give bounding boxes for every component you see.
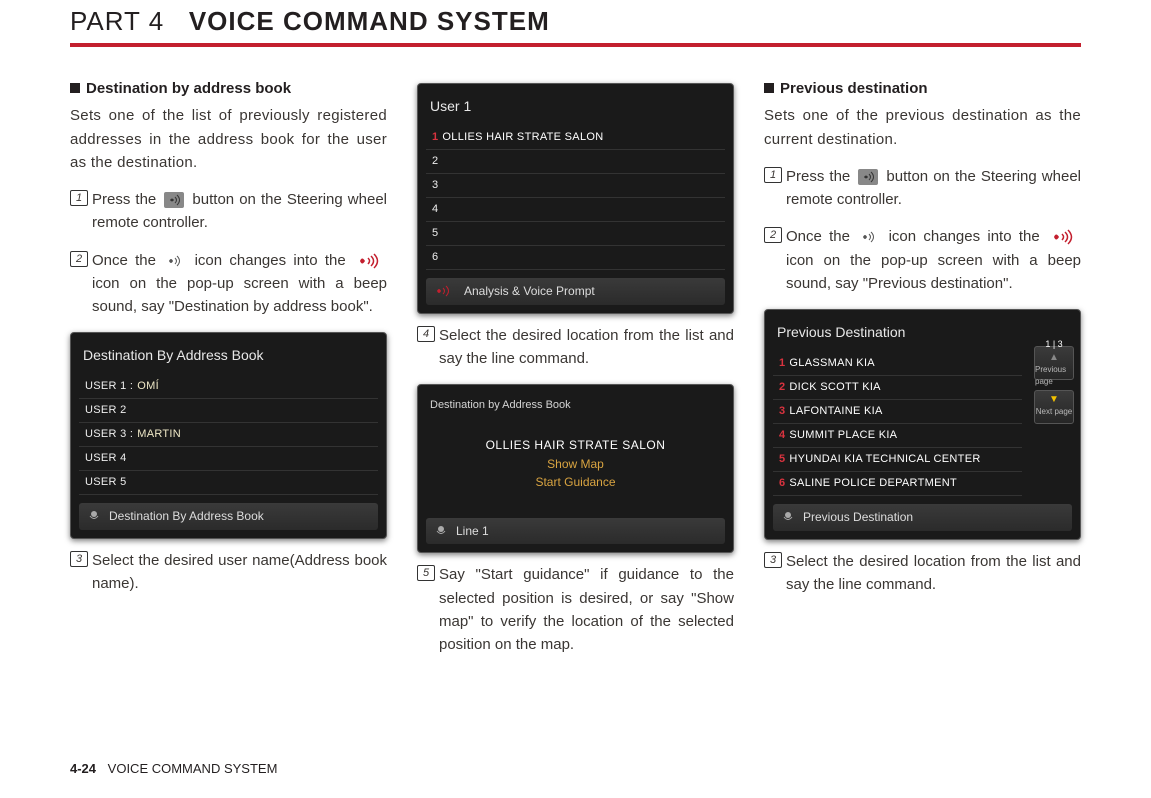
voice-button-icon	[164, 192, 184, 208]
option-show-map[interactable]: Show Map	[426, 455, 725, 474]
voice-red-icon	[356, 252, 384, 270]
step-5: Say "Start guidance" if guidance to the …	[417, 563, 734, 656]
step-1: Press the button on the Steering wheel r…	[764, 165, 1081, 212]
list-item[interactable]: 1OLLIES HAIR STRATE SALON	[426, 126, 725, 150]
step-3: Select the desired user name(Address boo…	[70, 549, 387, 596]
screen-footer-bar: Line 1	[426, 518, 725, 545]
col-3: Previous destination Sets one of the pre…	[764, 77, 1081, 670]
screen-footer-text: Destination By Address Book	[109, 507, 264, 526]
voice-grey-icon	[166, 253, 184, 269]
step2-text-a: Once the	[786, 228, 857, 245]
step-4: Select the desired location from the lis…	[417, 324, 734, 371]
mic-icon	[781, 510, 795, 524]
next-page-button[interactable]: ▼ Next page	[1034, 390, 1074, 424]
page-number: 4-24	[70, 761, 96, 776]
section-title-dest-addressbook: Destination by address book	[70, 77, 387, 100]
step1-text-a: Press the	[92, 191, 161, 208]
screenshot-prev-dest: Previous Destination 1GLASSMAN KIA 2DICK…	[764, 309, 1081, 540]
step-2: Once the icon changes into the icon on t…	[764, 225, 1081, 295]
list-item[interactable]: 1GLASSMAN KIA	[773, 352, 1022, 376]
section-title-text: Destination by address book	[86, 80, 291, 97]
screen-footer-bar: Destination By Address Book	[79, 503, 378, 530]
screen-footer-bar: Previous Destination	[773, 504, 1072, 531]
list-item[interactable]: 4	[426, 198, 725, 222]
list-item[interactable]: 5HYUNDAI KIA TECHNICAL CENTER	[773, 448, 1022, 472]
list-item[interactable]: 3	[426, 174, 725, 198]
step-1: Press the button on the Steering wheel r…	[70, 188, 387, 235]
list-item[interactable]: 6	[426, 246, 725, 270]
chevron-up-icon: ▲	[1049, 353, 1059, 363]
next-page-label: Next page	[1036, 406, 1072, 418]
screenshot-dest-detail: Destination by Address Book OLLIES HAIR …	[417, 384, 734, 553]
list-item[interactable]: 2DICK SCOTT KIA	[773, 376, 1022, 400]
screen-title: User 1	[426, 92, 725, 126]
page-header: PART 4 VOICE COMMAND SYSTEM	[70, 0, 1081, 37]
voice-button-icon	[858, 169, 878, 185]
step-3: Select the desired location from the lis…	[764, 550, 1081, 597]
list-item[interactable]: USER 4	[79, 447, 378, 471]
page-footer: 4-24 VOICE COMMAND SYSTEM	[70, 761, 277, 776]
step2-text-c: icon on the pop-up screen with a beep so…	[786, 252, 1081, 292]
content-columns: Destination by address book Sets one of …	[70, 77, 1081, 670]
previous-page-button[interactable]: 1 | 3 ▲ Previous page	[1034, 346, 1074, 380]
step2-text-a: Once the	[92, 252, 163, 269]
list-item[interactable]: USER 5	[79, 471, 378, 495]
prev-page-label: Previous page	[1035, 364, 1073, 389]
square-bullet-icon	[70, 83, 80, 93]
step2-text-b: icon changes into the	[889, 228, 1047, 245]
mic-icon	[434, 524, 448, 538]
section-title-prev-dest: Previous destination	[764, 77, 1081, 100]
step2-text-c: icon on the pop-up screen with a beep so…	[92, 275, 387, 315]
screen-title: Previous Destination	[773, 318, 1072, 352]
header-rule	[70, 43, 1081, 47]
list-item[interactable]: 2	[426, 150, 725, 174]
square-bullet-icon	[764, 83, 774, 93]
part-title: VOICE COMMAND SYSTEM	[189, 6, 550, 36]
screenshot-user1-list: User 1 1OLLIES HAIR STRATE SALON 2 3 4 5…	[417, 83, 734, 314]
chevron-down-icon: ▼	[1049, 395, 1059, 405]
list-item[interactable]: USER 2	[79, 399, 378, 423]
list-item[interactable]: 6SALINE POLICE DEPARTMENT	[773, 472, 1022, 496]
option-start-guidance[interactable]: Start Guidance	[426, 473, 725, 492]
screenshot-dest-by-addressbook: Destination By Address Book USER 1 :OMÍ …	[70, 332, 387, 539]
step1-text-a: Press the	[786, 168, 855, 185]
voice-red-icon	[1050, 228, 1078, 246]
section-lead: Sets one of the list of previously regis…	[70, 104, 387, 174]
section-lead: Sets one of the previous destination as …	[764, 104, 1081, 151]
col-1: Destination by address book Sets one of …	[70, 77, 387, 670]
list-item[interactable]: 3LAFONTAINE KIA	[773, 400, 1022, 424]
voice-grey-icon	[860, 229, 878, 245]
footer-label: VOICE COMMAND SYSTEM	[108, 761, 278, 776]
col-2: User 1 1OLLIES HAIR STRATE SALON 2 3 4 5…	[417, 77, 734, 670]
selected-location: OLLIES HAIR STRATE SALON	[426, 436, 725, 455]
screen-title: Destination by Address Book	[426, 393, 725, 418]
screen-footer-text: Previous Destination	[803, 508, 913, 527]
section-title-text: Previous destination	[780, 80, 928, 97]
screen-footer-bar: Analysis & Voice Prompt	[426, 278, 725, 305]
voice-red-icon	[434, 284, 456, 298]
part-label: PART 4	[70, 6, 164, 36]
list-item[interactable]: 5	[426, 222, 725, 246]
list-item[interactable]: USER 1 :OMÍ	[79, 375, 378, 399]
list-item[interactable]: USER 3 :MARTIN	[79, 423, 378, 447]
page-indicator: 1 | 3	[1045, 338, 1062, 352]
list-item[interactable]: 4SUMMIT PLACE KIA	[773, 424, 1022, 448]
screen-footer-text: Line 1	[456, 522, 489, 541]
screen-title: Destination By Address Book	[79, 341, 378, 375]
step2-text-b: icon changes into the	[195, 252, 353, 269]
mic-icon	[87, 509, 101, 523]
step-2: Once the icon changes into the icon on t…	[70, 249, 387, 319]
screen-footer-text: Analysis & Voice Prompt	[464, 282, 595, 301]
